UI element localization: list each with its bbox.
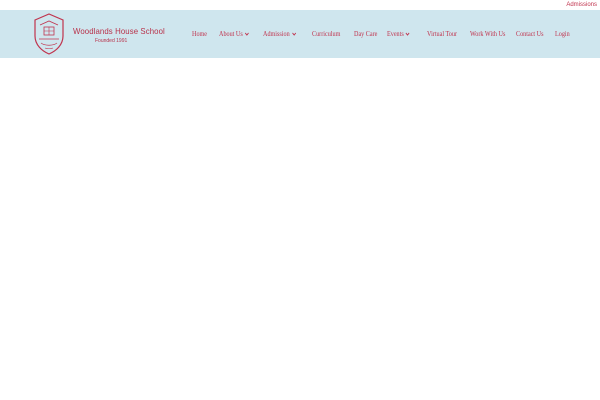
chevron-down-icon [291, 31, 296, 37]
nav-events[interactable]: Events [387, 29, 410, 39]
nav-about-us[interactable]: About Us [219, 29, 249, 39]
nav-contact-us[interactable]: Contact Us [516, 29, 544, 39]
chevron-down-icon [405, 31, 410, 37]
nav-contact-us-label: Contact Us [516, 29, 544, 38]
nav-curriculum-label: Curriculum [312, 29, 341, 38]
nav-virtual-tour[interactable]: Virtual Tour [427, 29, 457, 39]
nav-events-label: Events [387, 29, 404, 38]
nav-login-label: Login [555, 29, 570, 38]
nav-work-with-us[interactable]: Work With Us [470, 29, 505, 39]
chevron-down-icon [244, 31, 249, 37]
page-content [0, 58, 600, 400]
nav-admission-label: Admission [263, 29, 290, 38]
admissions-link[interactable]: Admissions [566, 1, 597, 9]
nav-curriculum[interactable]: Curriculum [312, 29, 340, 39]
nav-work-with-us-label: Work With Us [470, 29, 506, 38]
nav-home-label: Home [192, 29, 208, 38]
top-utility-bar: Admissions [0, 0, 600, 10]
nav-home[interactable]: Home [192, 29, 207, 39]
nav-day-care[interactable]: Day Care [354, 29, 377, 39]
nav-virtual-tour-label: Virtual Tour [427, 29, 458, 38]
nav-about-us-label: About Us [219, 29, 243, 38]
main-navigation: Home About Us Admission Curriculum Day C… [0, 10, 600, 58]
nav-day-care-label: Day Care [354, 29, 378, 38]
nav-admission[interactable]: Admission [263, 29, 296, 39]
site-header: Woodlands House School Founded 1991 Home… [0, 10, 600, 58]
nav-login[interactable]: Login [555, 29, 570, 39]
